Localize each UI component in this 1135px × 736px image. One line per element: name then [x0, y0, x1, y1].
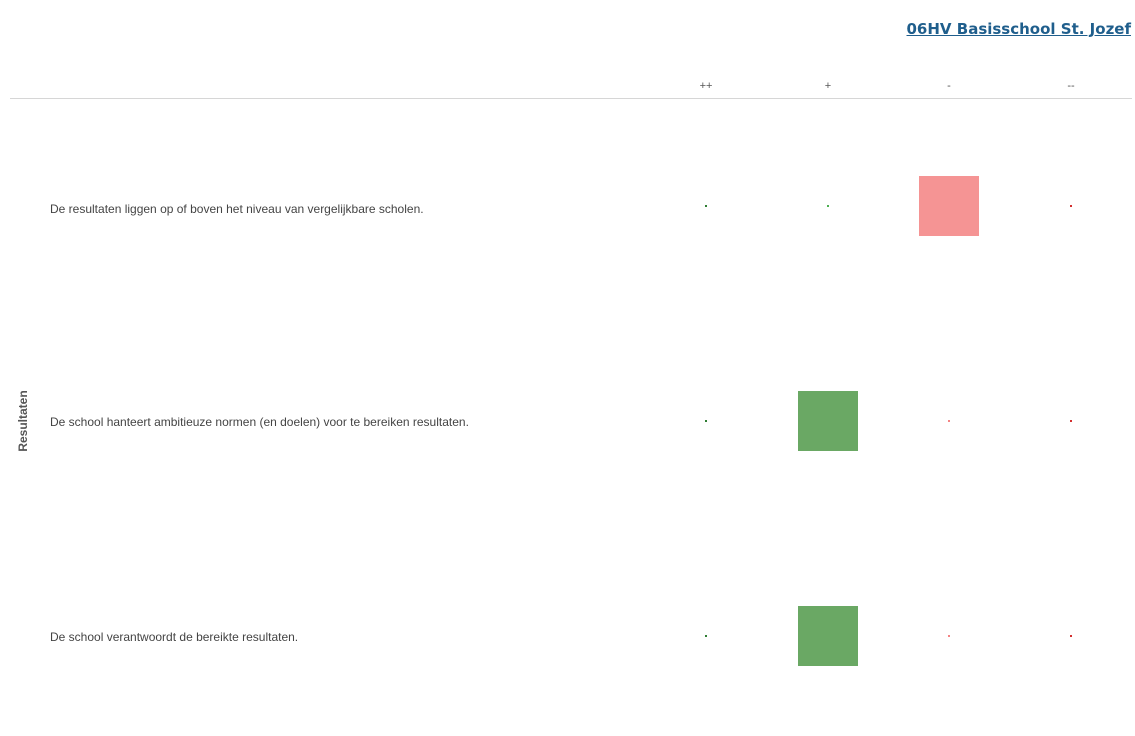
matrix-marks — [705, 176, 1072, 666]
cell-mark-row1-minus — [919, 176, 979, 236]
cell-mark-row2-minus — [948, 420, 950, 422]
cell-mark-row2-plusplus — [705, 420, 707, 422]
cell-mark-row3-plusplus — [705, 635, 707, 637]
cell-mark-row3-minus — [948, 635, 950, 637]
cell-mark-row1-minusminus — [1070, 205, 1072, 207]
cell-mark-row1-plusplus — [705, 205, 707, 207]
cell-mark-row2-plus — [798, 391, 858, 451]
cell-mark-row3-plus — [798, 606, 858, 666]
cell-mark-row3-minusminus — [1070, 635, 1072, 637]
cell-mark-row2-minusminus — [1070, 420, 1072, 422]
cell-mark-row1-plus — [827, 205, 829, 207]
